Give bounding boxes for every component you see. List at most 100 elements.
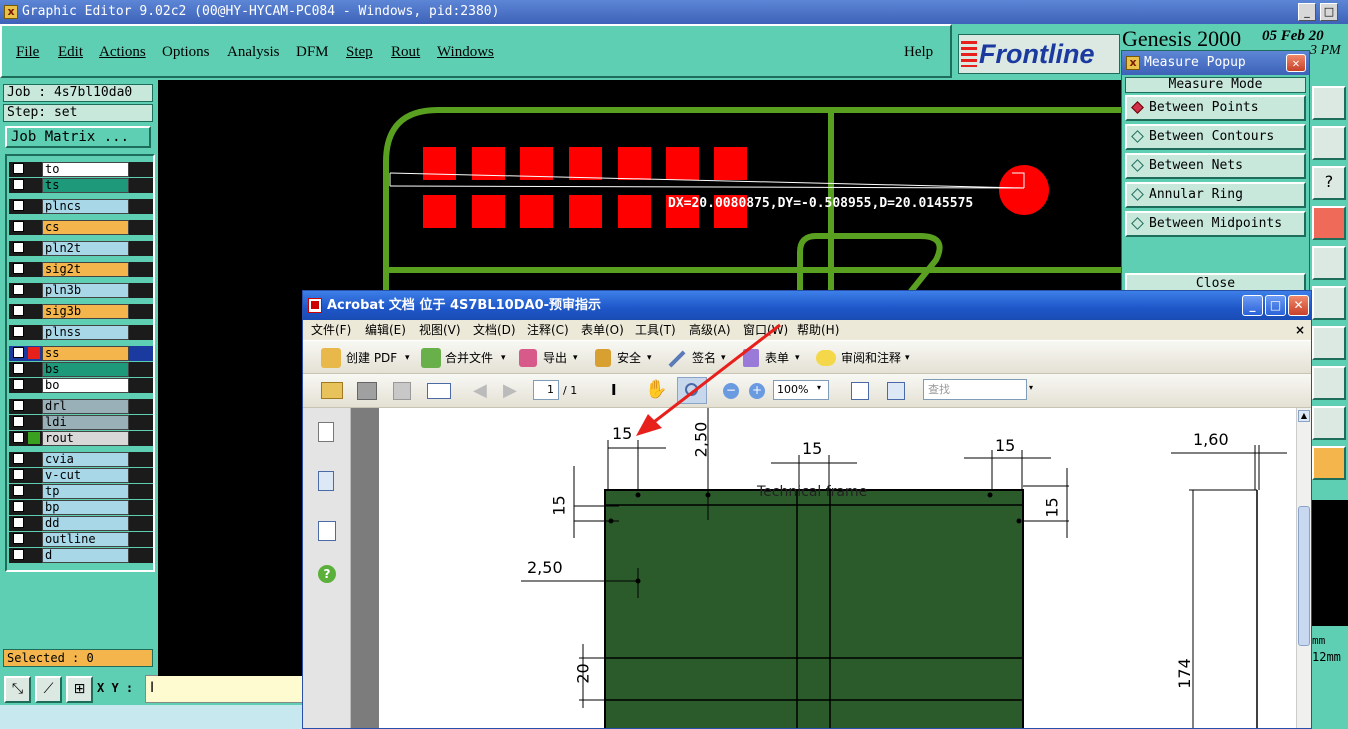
layer-checkbox[interactable] [13, 179, 24, 190]
menu-edit[interactable]: Edit [58, 44, 83, 61]
layer-checkbox[interactable] [13, 242, 24, 253]
menu-step[interactable]: Step [346, 44, 373, 61]
pdf-scrollbar[interactable]: ▲ [1296, 408, 1311, 728]
acro-menu-view[interactable]: 视图(V) [419, 320, 461, 340]
measure-diag-icon[interactable]: ⟋ [35, 676, 62, 703]
acrobat-minimize-button[interactable]: _ [1242, 295, 1263, 316]
layer-row[interactable]: sig3b [9, 304, 153, 319]
layer-row[interactable]: outline [9, 532, 153, 547]
layer-row[interactable]: plnss [9, 325, 153, 340]
layer-row[interactable]: cvia [9, 452, 153, 467]
zoom-dropdown-icon[interactable]: ▾ [817, 383, 821, 392]
layer-checkbox[interactable] [13, 200, 24, 211]
layer-checkbox[interactable] [13, 485, 24, 496]
menu-file[interactable]: File [16, 44, 39, 61]
tool-button[interactable] [1312, 366, 1346, 400]
email-icon[interactable] [427, 383, 451, 399]
menu-help[interactable]: Help [904, 44, 933, 61]
print-icon[interactable] [357, 382, 377, 400]
layer-row[interactable]: plncs [9, 199, 153, 214]
acrobat-close-button[interactable]: ✕ [1288, 295, 1309, 316]
option-between-contours[interactable]: Between Contours [1125, 124, 1306, 150]
fit-page-icon[interactable] [887, 382, 905, 400]
maximize-button[interactable]: □ [1320, 3, 1338, 21]
acro-menu-forms[interactable]: 表单(O) [581, 320, 624, 340]
option-between-midpoints[interactable]: Between Midpoints [1125, 211, 1306, 237]
pdf-viewport[interactable]: 15 2,50 15 15 1,60 15 15 2,50 20 174 Tec… [351, 408, 1296, 728]
layer-row[interactable]: bo [9, 378, 153, 393]
layer-checkbox[interactable] [13, 416, 24, 427]
layer-checkbox[interactable] [13, 363, 24, 374]
select-text-icon[interactable]: I [611, 381, 617, 399]
save-icon[interactable] [393, 382, 411, 400]
layer-row[interactable]: to [9, 162, 153, 177]
layer-row[interactable]: sig2t [9, 262, 153, 277]
layer-row[interactable]: rout [9, 431, 153, 446]
layer-row[interactable]: bs [9, 362, 153, 377]
help-icon[interactable]: ? [318, 565, 336, 583]
tool-button[interactable] [1312, 326, 1346, 360]
tool-button[interactable] [1312, 246, 1346, 280]
layer-checkbox[interactable] [13, 221, 24, 232]
doc-close-icon[interactable]: × [1295, 320, 1305, 340]
layer-checkbox[interactable] [13, 432, 24, 443]
search-input[interactable]: 查找 [923, 379, 1027, 400]
layer-checkbox[interactable] [13, 263, 24, 274]
layer-checkbox[interactable] [13, 163, 24, 174]
acro-menu-edit[interactable]: 编辑(E) [365, 320, 406, 340]
page-number-input[interactable]: 1 [533, 380, 559, 400]
acro-menu-help[interactable]: 帮助(H) [797, 320, 839, 340]
layer-checkbox[interactable] [13, 517, 24, 528]
option-between-points[interactable]: Between Points [1125, 95, 1306, 121]
layer-row[interactable]: v-cut [9, 468, 153, 483]
menu-analysis[interactable]: Analysis [227, 44, 280, 61]
acro-menu-comments[interactable]: 注释(C) [527, 320, 569, 340]
layer-row[interactable]: cs [9, 220, 153, 235]
menu-dfm[interactable]: DFM [296, 44, 329, 61]
layer-checkbox[interactable] [13, 501, 24, 512]
review-comment-button[interactable]: 审阅和注释 [841, 342, 901, 374]
combine-files-button[interactable]: 合并文件 [445, 342, 493, 374]
measure-close-icon[interactable]: ✕ [1286, 54, 1306, 72]
tool-button[interactable] [1312, 86, 1346, 120]
layer-row[interactable]: ldi [9, 415, 153, 430]
acrobat-maximize-button[interactable]: □ [1265, 295, 1286, 316]
layer-row[interactable]: d [9, 548, 153, 563]
zoom-area-icon[interactable]: ⤡ [4, 676, 31, 703]
layer-row[interactable]: tp [9, 484, 153, 499]
scroll-thumb[interactable] [1298, 506, 1310, 646]
signatures-icon[interactable] [318, 521, 336, 541]
layer-checkbox[interactable] [13, 400, 24, 411]
export-button[interactable]: 导出 [543, 342, 567, 374]
grid-snap-icon[interactable]: ⊞ [66, 676, 93, 703]
tool-button[interactable] [1312, 286, 1346, 320]
fit-width-icon[interactable] [851, 382, 869, 400]
layer-row[interactable]: ts [9, 178, 153, 193]
tool-button[interactable] [1312, 126, 1346, 160]
layer-row[interactable]: pln2t [9, 241, 153, 256]
layer-checkbox[interactable] [13, 379, 24, 390]
acro-menu-file[interactable]: 文件(F) [311, 320, 351, 340]
layer-checkbox[interactable] [13, 469, 24, 480]
layer-row[interactable]: dd [9, 516, 153, 531]
scroll-up-icon[interactable]: ▲ [1298, 410, 1310, 422]
menu-windows[interactable]: Windows [437, 44, 494, 61]
layer-row-active[interactable]: ss [9, 346, 153, 361]
layer-checkbox[interactable] [13, 326, 24, 337]
menu-rout[interactable]: Rout [391, 44, 420, 61]
minimize-button[interactable]: _ [1298, 3, 1316, 21]
job-matrix-button[interactable]: Job Matrix ... [5, 126, 151, 148]
bookmarks-icon[interactable] [318, 471, 334, 491]
next-page-icon[interactable]: ▶ [503, 380, 517, 401]
layer-row[interactable]: pln3b [9, 283, 153, 298]
menu-actions[interactable]: Actions [99, 44, 146, 61]
layer-checkbox[interactable] [13, 284, 24, 295]
layer-checkbox[interactable] [13, 305, 24, 316]
prev-page-icon[interactable]: ◀ [473, 380, 487, 401]
xy-input[interactable]: I [145, 675, 305, 703]
open-folder-icon[interactable] [321, 382, 343, 399]
create-pdf-button[interactable]: 创建 PDF [346, 342, 397, 374]
layer-checkbox[interactable] [13, 347, 24, 358]
layer-checkbox[interactable] [13, 549, 24, 560]
layer-checkbox[interactable] [13, 453, 24, 464]
